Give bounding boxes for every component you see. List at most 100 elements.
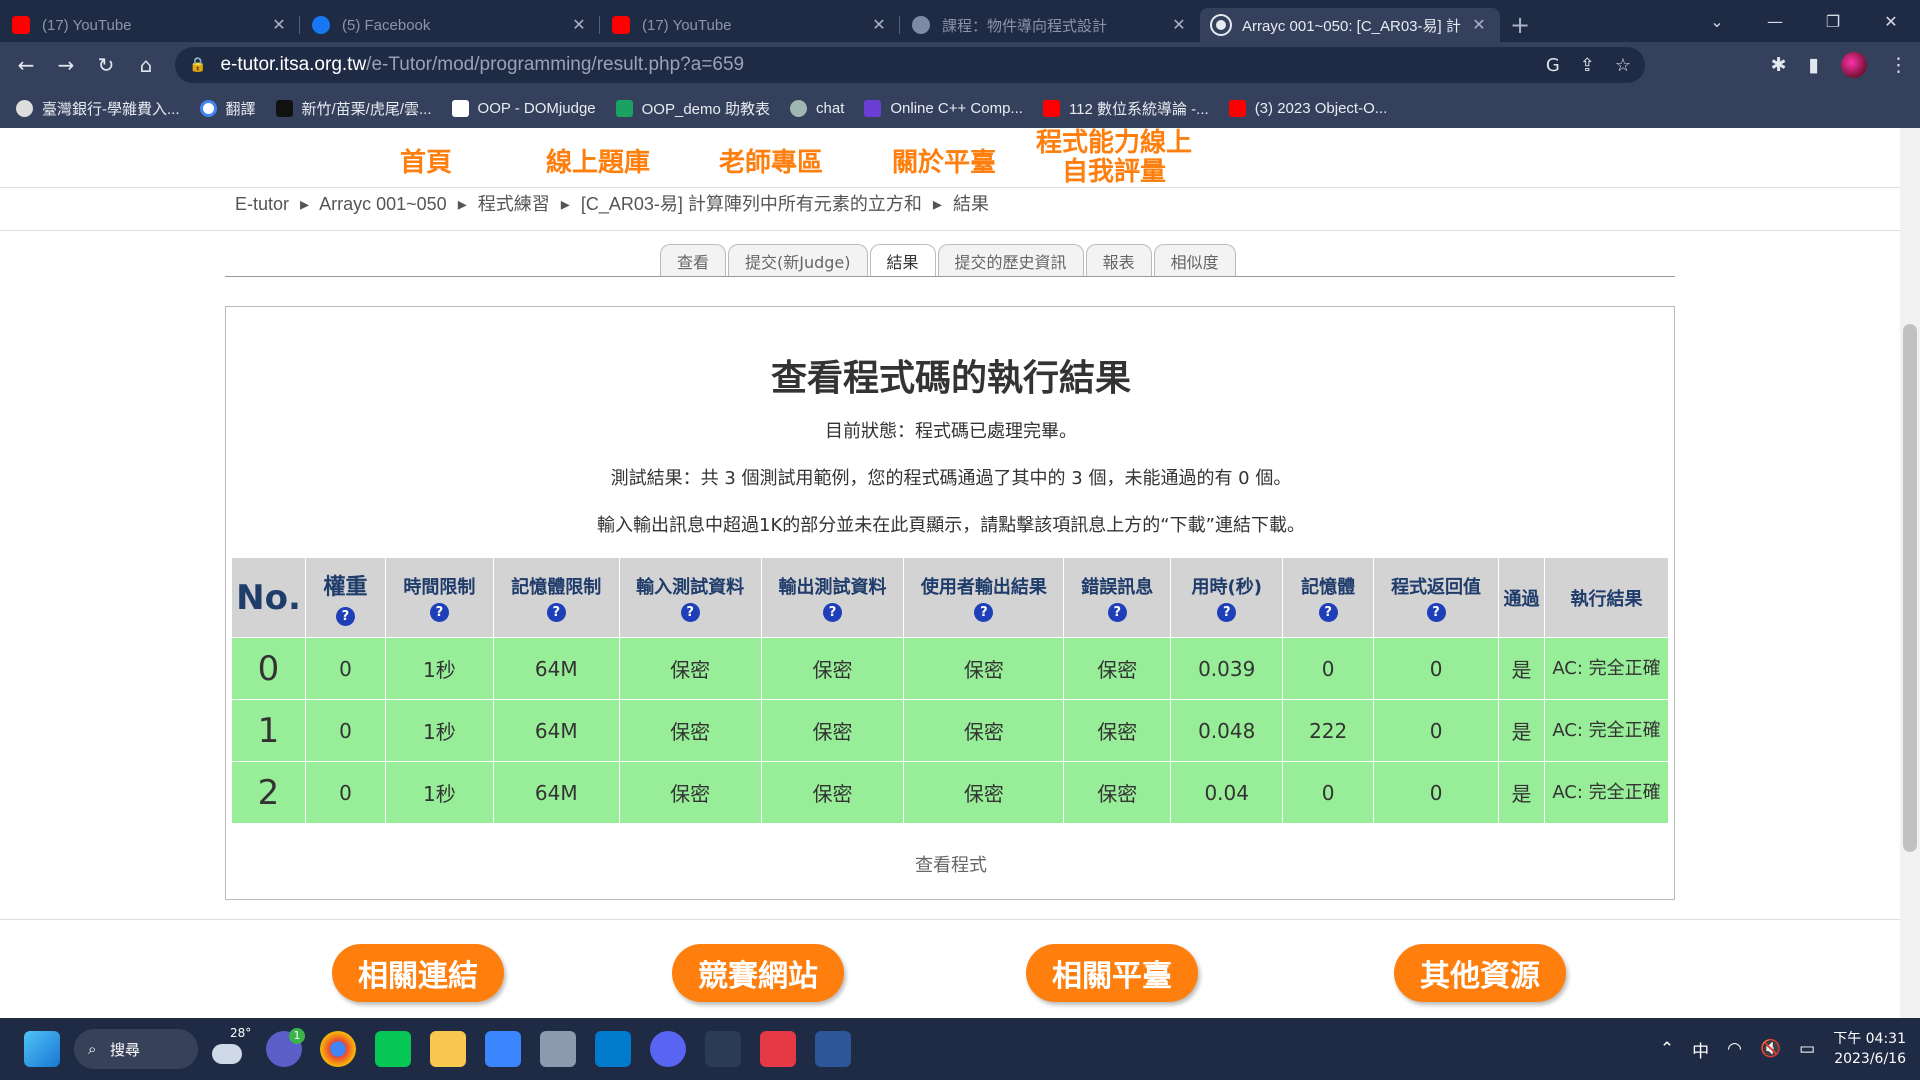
- wifi-icon[interactable]: ◠: [1727, 1039, 1742, 1059]
- domjudge-icon: [451, 99, 469, 117]
- reload-button[interactable]: ↻: [86, 45, 126, 85]
- chrome-icon[interactable]: [320, 1031, 356, 1067]
- help-icon[interactable]: ?: [1217, 603, 1237, 622]
- tab-view[interactable]: 查看: [660, 244, 727, 276]
- battery-icon[interactable]: ▭: [1799, 1039, 1815, 1059]
- contest-sites-button[interactable]: 競賽網站: [672, 944, 844, 1002]
- related-platforms-button[interactable]: 相關平臺: [1026, 944, 1198, 1002]
- help-icon[interactable]: ?: [546, 603, 566, 622]
- maximize-button[interactable]: ❐: [1804, 0, 1862, 42]
- tab-result[interactable]: 結果: [869, 244, 936, 276]
- back-button[interactable]: ←: [6, 45, 46, 85]
- other-resources-button[interactable]: 其他資源: [1394, 944, 1566, 1002]
- calculator-icon[interactable]: [540, 1031, 576, 1067]
- bookmark-star-icon[interactable]: ☆: [1615, 55, 1631, 76]
- chatgpt-icon: [790, 99, 808, 117]
- windows-start-icon[interactable]: [24, 1031, 60, 1067]
- home-button[interactable]: ⌂: [126, 45, 166, 85]
- browser-tab-active[interactable]: Arrayc 001~050: [C_AR03-易] 計 ✕: [1200, 8, 1500, 42]
- share-icon[interactable]: ⇪: [1580, 55, 1595, 76]
- bookmark-item[interactable]: 新竹/苗栗/虎尾/雲...: [275, 98, 432, 119]
- related-links-button[interactable]: 相關連結: [332, 944, 504, 1002]
- help-icon[interactable]: ?: [823, 603, 843, 622]
- bookmark-item[interactable]: chat: [790, 99, 844, 117]
- help-icon[interactable]: ?: [1107, 603, 1127, 622]
- bookmark-item[interactable]: 112 數位系統導論 -...: [1042, 98, 1209, 119]
- close-icon[interactable]: ✕: [1170, 15, 1188, 35]
- google-icon[interactable]: G: [1546, 55, 1560, 76]
- nav-self-assessment[interactable]: 程式能力線上 自我評量: [1036, 128, 1192, 186]
- ime-indicator[interactable]: 中: [1692, 1037, 1709, 1062]
- nav-home[interactable]: 首頁: [400, 142, 452, 179]
- tab-submit[interactable]: 提交(新Judge): [728, 244, 868, 276]
- close-window-button[interactable]: ✕: [1862, 0, 1920, 42]
- extensions-icon[interactable]: ✱: [1771, 54, 1787, 76]
- breadcrumb-link[interactable]: [C_AR03-易] 計算陣列中所有元素的立方和: [581, 194, 922, 214]
- menu-icon[interactable]: ⋮: [1889, 54, 1908, 76]
- help-icon[interactable]: ?: [680, 603, 700, 622]
- bookmark-item[interactable]: OOP_demo 助教表: [615, 98, 770, 119]
- new-tab-button[interactable]: +: [1500, 8, 1540, 42]
- vscode-icon[interactable]: [595, 1031, 631, 1067]
- weather-widget[interactable]: 28°: [212, 1026, 251, 1067]
- url-field[interactable]: 🔒 e-tutor.itsa.org.tw/e-Tutor/mod/progra…: [175, 47, 1645, 83]
- close-icon[interactable]: ✕: [270, 15, 288, 35]
- taskbar-search[interactable]: ⌕ 搜尋: [74, 1029, 198, 1069]
- minimize-button[interactable]: —: [1746, 0, 1804, 42]
- scrollbar-thumb[interactable]: [1903, 324, 1917, 852]
- notepad-icon[interactable]: [485, 1031, 521, 1067]
- chevron-up-icon[interactable]: ⌃: [1660, 1039, 1674, 1059]
- cell: 0: [1373, 637, 1500, 700]
- nav-problem-bank[interactable]: 線上題庫: [546, 142, 650, 179]
- cell: 保密: [760, 761, 905, 824]
- cell: 保密: [618, 761, 762, 824]
- help-icon[interactable]: ?: [1318, 603, 1338, 622]
- lock-icon[interactable]: 🔒: [189, 57, 206, 73]
- cell: 0: [304, 761, 386, 824]
- word-icon[interactable]: [815, 1031, 851, 1067]
- close-icon[interactable]: ✕: [870, 15, 888, 35]
- close-icon[interactable]: ✕: [1470, 15, 1488, 35]
- bookmark-item[interactable]: 翻譯: [199, 98, 256, 119]
- bookmark-item[interactable]: 臺灣銀行-學雜費入...: [16, 98, 180, 119]
- browser-tab[interactable]: 課程：物件導向程式設計 ✕: [900, 8, 1200, 42]
- help-icon[interactable]: ?: [335, 607, 355, 626]
- help-icon[interactable]: ?: [974, 603, 994, 622]
- col-header: 輸出測試資料?: [760, 557, 905, 638]
- forward-button[interactable]: →: [46, 45, 86, 85]
- tab-history[interactable]: 提交的歷史資訊: [937, 244, 1084, 276]
- profile-avatar[interactable]: [1841, 52, 1867, 78]
- page-content: 首頁 線上題庫 老師專區 關於平臺 程式能力線上 自我評量 E-tutor ▸ A…: [0, 128, 1900, 1018]
- scrollbar[interactable]: [1900, 128, 1920, 1018]
- help-icon[interactable]: ?: [429, 603, 449, 622]
- devcpp-icon[interactable]: [705, 1031, 741, 1067]
- line-icon[interactable]: [375, 1031, 411, 1067]
- discord-icon[interactable]: [650, 1031, 686, 1067]
- browser-tab[interactable]: (17) YouTube ✕: [0, 8, 300, 42]
- tab-similarity[interactable]: 相似度: [1153, 244, 1236, 276]
- browser-tab[interactable]: (5) Facebook ✕: [300, 8, 600, 42]
- breadcrumb-link[interactable]: Arrayc 001~050: [319, 194, 447, 214]
- app-icon[interactable]: [760, 1031, 796, 1067]
- bookmark-item[interactable]: Online C++ Comp...: [864, 99, 1023, 117]
- clock[interactable]: 下午 04:31 2023/6/16: [1833, 1029, 1906, 1069]
- tab-report[interactable]: 報表: [1085, 244, 1152, 276]
- speaker-muted-icon[interactable]: 🔇: [1760, 1039, 1781, 1059]
- tab-search-icon[interactable]: ⌄: [1688, 0, 1746, 42]
- bookmark-item[interactable]: OOP - DOMjudge: [451, 99, 596, 117]
- breadcrumb-link[interactable]: 程式練習: [478, 194, 550, 214]
- file-explorer-icon[interactable]: [430, 1031, 466, 1067]
- cell: 保密: [1063, 761, 1172, 824]
- cell: 保密: [1063, 699, 1172, 762]
- cell: 保密: [760, 637, 905, 700]
- cell: 222: [1282, 699, 1375, 762]
- bookmark-item[interactable]: (3) 2023 Object-O...: [1228, 99, 1387, 117]
- nav-teacher-area[interactable]: 老師專區: [719, 142, 823, 179]
- view-code-link[interactable]: 查看程式: [226, 851, 1676, 877]
- close-icon[interactable]: ✕: [570, 15, 588, 35]
- browser-tab[interactable]: (17) YouTube ✕: [600, 8, 900, 42]
- side-panel-icon[interactable]: ▮: [1809, 54, 1819, 76]
- breadcrumb-link[interactable]: E-tutor: [235, 194, 289, 214]
- nav-about[interactable]: 關於平臺: [892, 142, 996, 179]
- help-icon[interactable]: ?: [1426, 603, 1446, 622]
